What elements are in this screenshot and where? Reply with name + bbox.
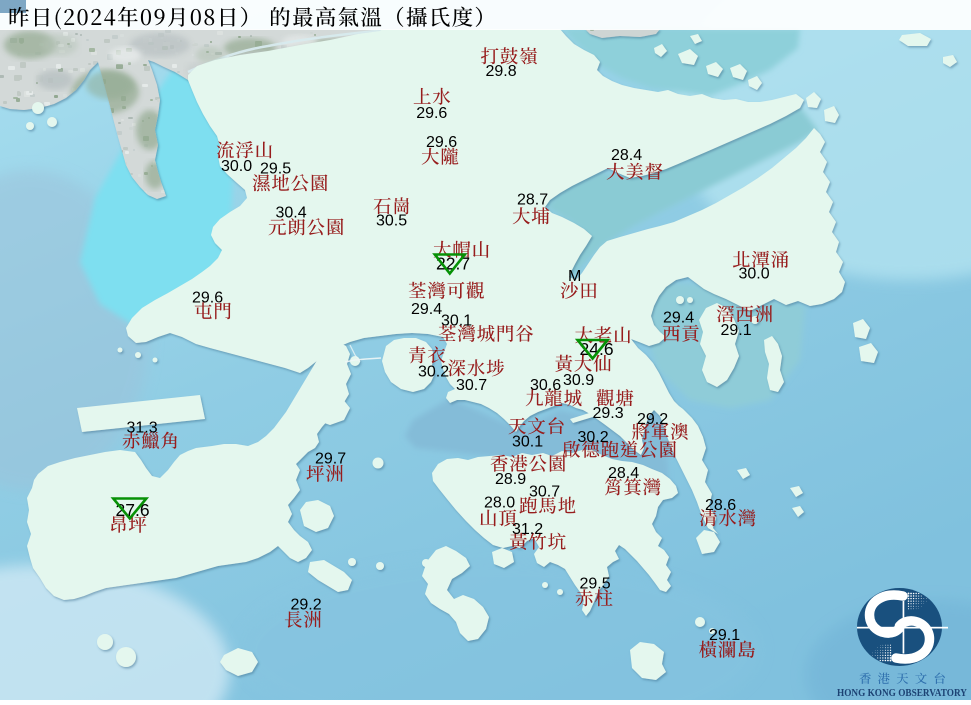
svg-text:28.0: 28.0 <box>484 495 515 512</box>
svg-text:29.5: 29.5 <box>580 576 611 593</box>
svg-text:28.4: 28.4 <box>608 465 639 482</box>
svg-text:28.9: 28.9 <box>495 471 526 488</box>
svg-text:29.4: 29.4 <box>411 301 442 318</box>
svg-text:30.5: 30.5 <box>376 213 407 230</box>
svg-text:30.1: 30.1 <box>441 313 472 330</box>
svg-text:29.2: 29.2 <box>637 411 668 428</box>
svg-text:30.6: 30.6 <box>530 377 561 394</box>
svg-text:30.9: 30.9 <box>563 372 594 389</box>
svg-text:30.2: 30.2 <box>418 364 449 381</box>
svg-text:29.1: 29.1 <box>709 627 740 644</box>
svg-text:30.4: 30.4 <box>276 205 307 222</box>
svg-text:31.3: 31.3 <box>127 420 158 437</box>
svg-text:29.6: 29.6 <box>416 105 447 122</box>
svg-text:29.6: 29.6 <box>192 290 223 307</box>
svg-text:30.1: 30.1 <box>512 434 543 451</box>
svg-text:30.7: 30.7 <box>456 377 487 394</box>
svg-text:29.5: 29.5 <box>260 161 291 178</box>
svg-text:29.6: 29.6 <box>426 134 457 151</box>
svg-text:29.8: 29.8 <box>486 63 517 80</box>
svg-text:29.3: 29.3 <box>593 405 624 422</box>
svg-text:HONG KONG OBSERVATORY: HONG KONG OBSERVATORY <box>837 687 967 699</box>
svg-text:28.4: 28.4 <box>611 147 642 164</box>
svg-text:29.4: 29.4 <box>663 310 694 327</box>
svg-text:28.7: 28.7 <box>517 192 548 209</box>
svg-text:M: M <box>568 268 581 285</box>
svg-text:28.6: 28.6 <box>705 497 736 514</box>
svg-text:30.0: 30.0 <box>739 266 770 283</box>
svg-text:29.2: 29.2 <box>291 597 322 614</box>
svg-text:30.2: 30.2 <box>578 429 609 446</box>
svg-text:30.7: 30.7 <box>529 484 560 501</box>
svg-text:29.7: 29.7 <box>315 451 346 468</box>
svg-text:30.0: 30.0 <box>221 158 252 175</box>
svg-text:31.2: 31.2 <box>512 521 543 538</box>
svg-text:29.1: 29.1 <box>721 322 752 339</box>
